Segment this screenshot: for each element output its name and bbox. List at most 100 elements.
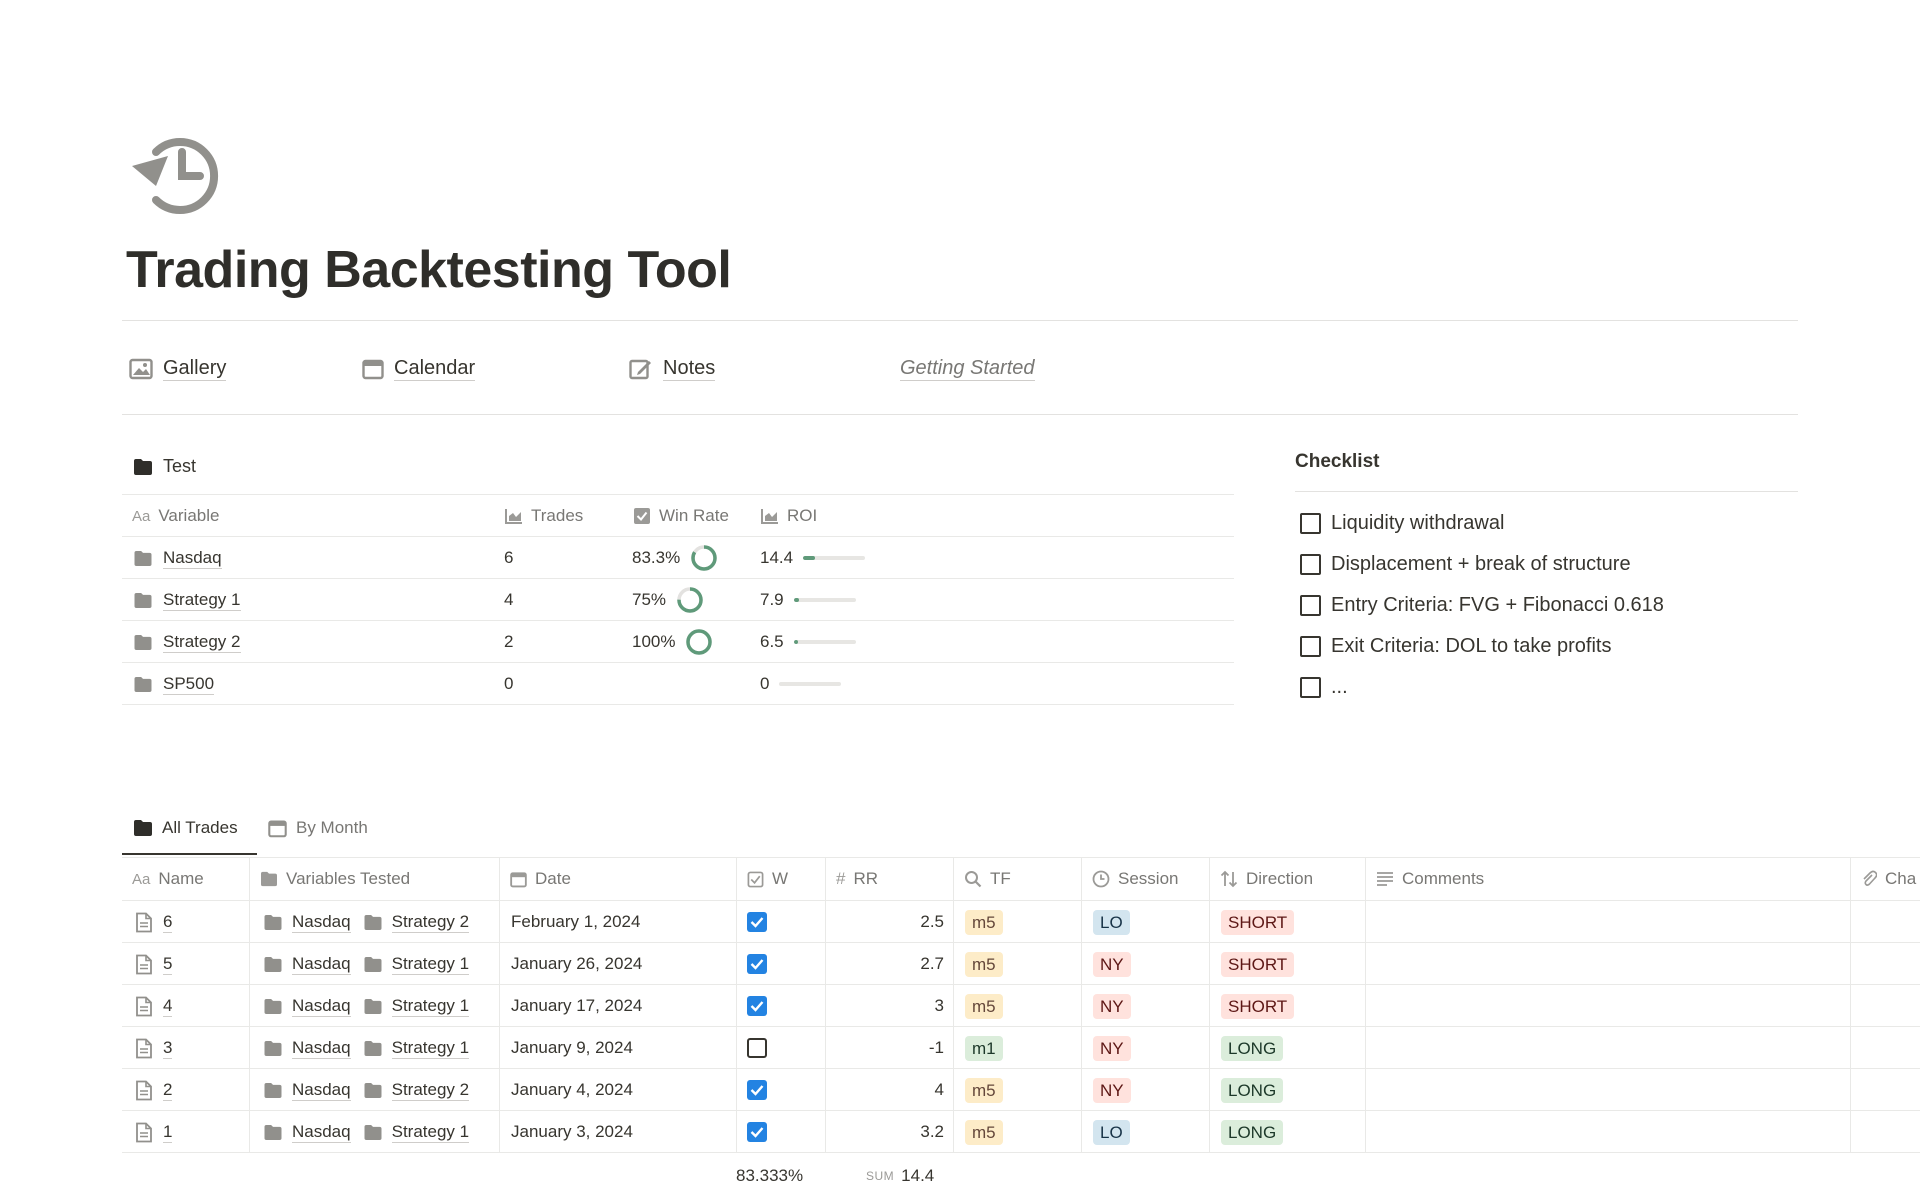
checked-checkbox-icon[interactable] xyxy=(747,996,767,1016)
checkbox[interactable] xyxy=(1300,512,1321,534)
variable-link[interactable]: Nasdaq xyxy=(263,1037,351,1059)
win-checkbox[interactable] xyxy=(747,992,767,1020)
col-direction[interactable]: Direction xyxy=(1220,867,1313,891)
checklist-item[interactable]: Entry Criteria: FVG + Fibonacci 0.618 xyxy=(1300,591,1664,619)
folder-icon xyxy=(261,871,277,887)
checkbox[interactable] xyxy=(1300,676,1321,698)
paperclip-icon xyxy=(1863,870,1877,886)
unchecked-checkbox-icon[interactable] xyxy=(747,1038,767,1058)
getting-started-link[interactable]: Getting Started xyxy=(900,356,1035,381)
test-row-win-rate: 75% xyxy=(632,586,704,614)
variable-link[interactable]: Strategy 1 xyxy=(363,995,470,1017)
search-icon xyxy=(965,871,982,888)
test-row-variable[interactable]: Strategy 1 xyxy=(133,586,241,614)
col-tf[interactable]: TF xyxy=(964,867,1011,891)
col-w[interactable]: W xyxy=(747,867,788,891)
col-chart[interactable]: Cha xyxy=(1861,867,1916,891)
test-db-title[interactable]: Test xyxy=(133,456,196,477)
session-tag: NY xyxy=(1093,950,1131,978)
test-row-variable[interactable]: SP500 xyxy=(133,670,215,698)
progress-ring xyxy=(686,629,713,655)
col-variables-tested[interactable]: Variables Tested xyxy=(260,867,410,891)
variable-link[interactable]: Nasdaq xyxy=(263,1079,351,1101)
checklist-item[interactable]: Liquidity withdrawal xyxy=(1300,509,1504,537)
checkbox[interactable] xyxy=(1300,635,1321,657)
variable-link[interactable]: Strategy 1 xyxy=(363,1121,470,1143)
win-checkbox[interactable] xyxy=(747,1076,767,1104)
test-row-trades: 2 xyxy=(504,632,514,651)
variable-link[interactable]: Nasdaq xyxy=(263,1121,351,1143)
variable-link[interactable]: Nasdaq xyxy=(263,911,351,933)
direction-tag: LONG xyxy=(1221,1118,1284,1146)
variable-link[interactable]: Nasdaq xyxy=(263,953,351,975)
variable-link[interactable]: Strategy 1 xyxy=(363,1037,470,1059)
checkbox[interactable] xyxy=(1300,594,1321,616)
trade-rr: 2.7 xyxy=(920,954,944,973)
direction-tag: SHORT xyxy=(1221,992,1295,1020)
win-checkbox[interactable] xyxy=(747,1118,767,1146)
variable-link[interactable]: Nasdaq xyxy=(263,995,351,1017)
trade-date: January 26, 2024 xyxy=(511,954,643,973)
page-icon xyxy=(136,996,152,1016)
col-name[interactable]: Aa Name xyxy=(132,867,204,891)
tab-by-month[interactable]: By Month xyxy=(268,818,368,838)
col-session[interactable]: Session xyxy=(1092,867,1178,891)
test-row-variable[interactable]: Strategy 2 xyxy=(133,628,241,656)
col-date[interactable]: Date xyxy=(510,867,571,891)
checklist-item[interactable]: Displacement + break of structure xyxy=(1300,550,1631,578)
checklist-item[interactable]: ... xyxy=(1300,673,1348,701)
checked-checkbox-icon[interactable] xyxy=(747,1080,767,1100)
checklist-title: Checklist xyxy=(1295,451,1380,472)
variables-tested: Nasdaq Strategy 2 xyxy=(263,1076,470,1104)
checked-checkbox-icon[interactable] xyxy=(747,912,767,932)
test-row-roi: 14.4 xyxy=(760,544,866,572)
trade-name[interactable]: 2 xyxy=(135,1076,173,1104)
folder-icon xyxy=(364,914,382,930)
col-comments[interactable]: Comments xyxy=(1376,867,1484,891)
getting-started-label: Getting Started xyxy=(900,357,1035,381)
col-trades[interactable]: Trades xyxy=(505,504,583,528)
col-win-rate[interactable]: Win Rate xyxy=(633,504,729,528)
page-icon xyxy=(136,954,152,974)
trade-name[interactable]: 4 xyxy=(135,992,173,1020)
folder-icon xyxy=(364,998,382,1014)
tab-all-trades[interactable]: All Trades xyxy=(133,818,238,838)
checked-checkbox-icon[interactable] xyxy=(747,1122,767,1142)
trade-date: January 3, 2024 xyxy=(511,1122,633,1141)
notes-link[interactable]: Notes xyxy=(629,356,716,381)
trade-name[interactable]: 1 xyxy=(135,1118,173,1146)
col-rr[interactable]: # RR xyxy=(836,867,878,891)
trade-name[interactable]: 5 xyxy=(135,950,173,978)
trade-name[interactable]: 3 xyxy=(135,1034,173,1062)
win-checkbox[interactable] xyxy=(747,1034,767,1062)
edit-icon xyxy=(629,359,651,379)
session-tag: LO xyxy=(1093,908,1130,936)
page-title: Trading Backtesting Tool xyxy=(126,241,732,299)
variables-tested: Nasdaq Strategy 1 xyxy=(263,1034,470,1062)
folder-icon xyxy=(134,592,152,608)
gallery-link[interactable]: Gallery xyxy=(129,356,227,381)
trade-date: February 1, 2024 xyxy=(511,912,641,931)
checklist-item[interactable]: Exit Criteria: DOL to take profits xyxy=(1300,632,1611,660)
variable-link[interactable]: Strategy 2 xyxy=(363,1079,470,1101)
calendar-icon xyxy=(510,871,527,887)
win-checkbox[interactable] xyxy=(747,908,767,936)
checkbox[interactable] xyxy=(1300,553,1321,575)
active-tab-indicator xyxy=(122,853,257,855)
variable-link[interactable]: Strategy 1 xyxy=(363,953,470,975)
folder-icon xyxy=(134,458,152,475)
tf-tag: m1 xyxy=(965,1034,1003,1062)
col-variable[interactable]: Aa Variable xyxy=(132,504,219,528)
divider xyxy=(122,320,1798,321)
col-roi[interactable]: ROI xyxy=(761,504,817,528)
variables-tested: Nasdaq Strategy 1 xyxy=(263,1118,470,1146)
folder-icon xyxy=(364,1040,382,1056)
win-checkbox[interactable] xyxy=(747,950,767,978)
variable-link[interactable]: Strategy 2 xyxy=(363,911,470,933)
checked-checkbox-icon[interactable] xyxy=(747,954,767,974)
roi-bar xyxy=(803,556,866,560)
calendar-link[interactable]: Calendar xyxy=(362,356,476,381)
test-row-variable[interactable]: Nasdaq xyxy=(133,544,222,572)
trade-name[interactable]: 6 xyxy=(135,908,173,936)
test-row-win-rate: 83.3% xyxy=(632,544,718,572)
